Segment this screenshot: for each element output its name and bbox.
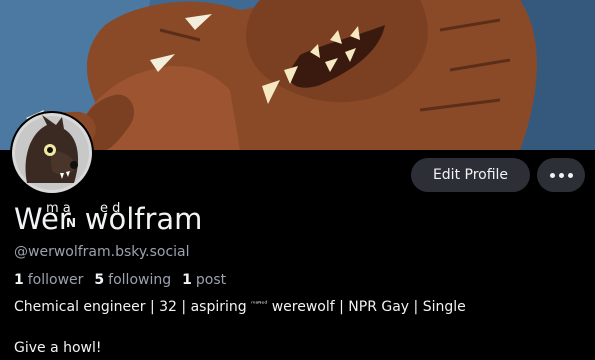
display-name-mark-ed: e d <box>100 201 121 216</box>
bio-tiny-text: ᵐᵃᴺᵉᵈ <box>251 300 268 308</box>
profile-handle[interactable]: @werwolfram.bsky.social <box>14 244 190 260</box>
bio-text-start: Chemical engineer | 32 | aspiring <box>14 299 252 315</box>
posts-stat: 1 post <box>182 272 227 288</box>
ellipsis-icon <box>567 172 573 178</box>
profile-bio: Chemical engineer | 32 | aspiring ᵐᵃᴺᵉᵈ … <box>14 299 466 315</box>
more-options-button[interactable] <box>537 158 585 192</box>
following-stat[interactable]: 5 following <box>94 272 171 288</box>
ellipsis-icon <box>549 172 555 178</box>
display-name: Wer wolfram m a N e d <box>14 196 202 242</box>
followers-stat[interactable]: 1 follower <box>14 272 83 288</box>
bio-text-end: werewolf | NPR Gay | Single <box>267 299 466 315</box>
avatar[interactable] <box>10 111 94 195</box>
profile-stats: 1 follower 5 following 1 post <box>14 272 226 288</box>
display-name-mark-n: N <box>66 216 77 230</box>
profile-bio-line2: Give a howl! <box>14 340 102 356</box>
edit-profile-button[interactable]: Edit Profile <box>411 158 530 192</box>
werewolf-avatar-icon <box>12 113 92 193</box>
display-name-mark-ma: m a <box>46 201 71 216</box>
ellipsis-icon <box>558 172 564 178</box>
